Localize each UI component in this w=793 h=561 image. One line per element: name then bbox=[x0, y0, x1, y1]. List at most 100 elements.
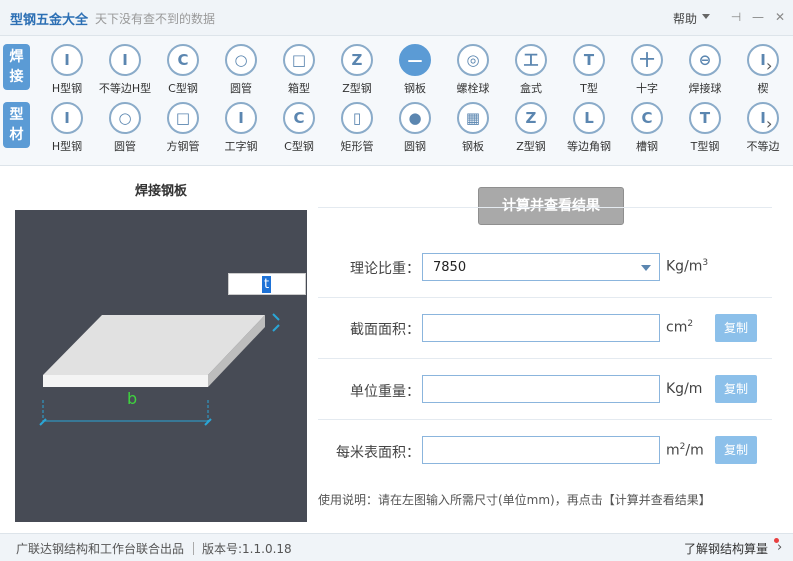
t-selected-text: t bbox=[262, 276, 272, 293]
density-unit: Kg/m3 bbox=[666, 258, 709, 275]
shape-label: H型钢 bbox=[51, 140, 83, 153]
divider bbox=[318, 358, 772, 359]
shape-button[interactable]: ○ 圆管 bbox=[96, 100, 154, 154]
title-bar: 型钢五金大全 天下没有查不到的数据 帮助 ⊣ — ✕ bbox=[0, 0, 793, 36]
shape-label: 不等边 bbox=[746, 140, 780, 153]
divider bbox=[318, 297, 772, 298]
shape-button[interactable]: I 不等边H型 bbox=[96, 42, 154, 96]
shape-button[interactable]: L 等边角钢 bbox=[560, 100, 618, 154]
shape-button[interactable]: I H型钢 bbox=[38, 42, 96, 96]
dimension-arrow bbox=[39, 418, 47, 426]
surface-unit: m2/m bbox=[666, 442, 704, 459]
shape-button[interactable]: ⊖ 焊接球 bbox=[676, 42, 734, 96]
shape-icon: ⊖ bbox=[689, 44, 721, 76]
density-dropdown[interactable]: 7850 bbox=[422, 253, 660, 281]
surface-field[interactable] bbox=[422, 436, 660, 464]
category-tab-welded[interactable]: 焊接 bbox=[3, 44, 30, 90]
learn-link[interactable]: 了解钢结构算量 bbox=[684, 540, 768, 557]
shape-icon: C bbox=[283, 102, 315, 134]
shape-button[interactable]: — 钢板 bbox=[386, 42, 444, 96]
shape-icon: — bbox=[399, 44, 431, 76]
toolbar-row-profiles: 型材 I H型钢 ○ 圆管 □ 方钢管 I 工字钢 C C型钢 ▯ 矩形管 ● 圆钢 ▦ 钢板 Z Z型钢 L 等边角… bbox=[0, 100, 793, 158]
calculate-button[interactable]: 计算并查看结果 bbox=[478, 187, 624, 225]
scroll-right-icon[interactable]: › bbox=[766, 56, 780, 76]
shape-label: 圆钢 bbox=[404, 140, 426, 153]
plate-front-face bbox=[43, 375, 208, 387]
shape-button[interactable]: 工盒式 bbox=[502, 42, 560, 96]
shape-label: 槽钢 bbox=[636, 140, 658, 153]
dimension-arrow bbox=[272, 324, 280, 332]
shape-button[interactable]: 十十字 bbox=[618, 42, 676, 96]
shape-label: C型钢 bbox=[284, 140, 314, 153]
shape-label: Z型钢 bbox=[342, 82, 372, 95]
shape-button[interactable]: □ 方钢管 bbox=[154, 100, 212, 154]
shape-button[interactable]: ◎ 螺栓球 bbox=[444, 42, 502, 96]
shape-button[interactable]: C 槽钢 bbox=[618, 100, 676, 154]
shape-button[interactable]: T T型钢 bbox=[676, 100, 734, 154]
plate-top-face bbox=[43, 315, 265, 375]
copy-surface-button[interactable]: 复制 bbox=[715, 436, 757, 464]
shape-label: 钢板 bbox=[404, 82, 426, 95]
shape-label: C型钢 bbox=[168, 82, 198, 95]
shape-icon: 工 bbox=[515, 44, 547, 76]
shape-button[interactable]: I H型钢 bbox=[38, 100, 96, 154]
shape-icon: Z bbox=[515, 102, 547, 134]
toolbar-row-welded: 焊接 I H型钢 I 不等边H型 C C型钢 ○ 圆管 □ 箱型 Z Z型钢 — 钢板 ◎ 螺栓球工盒式 T T型… bbox=[0, 42, 793, 100]
shape-icon: C bbox=[167, 44, 199, 76]
chevron-down-icon[interactable] bbox=[702, 14, 710, 19]
status-divider bbox=[193, 542, 194, 555]
area-field[interactable] bbox=[422, 314, 660, 342]
shape-button[interactable]: Z Z型钢 bbox=[328, 42, 386, 96]
shape-button[interactable]: I楔 bbox=[734, 42, 792, 96]
t-thickness-input[interactable]: t bbox=[228, 273, 306, 295]
shape-icon: L bbox=[573, 102, 605, 134]
shape-icon: ▯ bbox=[341, 102, 373, 134]
shape-label: 箱型 bbox=[288, 82, 310, 95]
usage-instructions: 使用说明：请在左图输入所需尺寸(单位mm)，再点击【计算并查看结果】 bbox=[318, 493, 711, 507]
chevron-down-icon[interactable] bbox=[641, 265, 651, 271]
minimize-icon[interactable]: — bbox=[750, 9, 766, 25]
shape-label: 圆管 bbox=[230, 82, 252, 95]
unit-weight-unit: Kg/m bbox=[666, 381, 703, 397]
density-value: 7850 bbox=[433, 260, 467, 275]
shape-button[interactable]: T T型 bbox=[560, 42, 618, 96]
shape-icon: ◎ bbox=[457, 44, 489, 76]
help-menu[interactable]: 帮助 bbox=[673, 10, 697, 27]
shape-label: 圆管 bbox=[114, 140, 136, 153]
shape-label: 钢板 bbox=[462, 140, 484, 153]
shape-label: T型钢 bbox=[690, 140, 720, 153]
diagram-title: 焊接钢板 bbox=[134, 184, 187, 199]
unit-weight-field[interactable] bbox=[422, 375, 660, 403]
shape-button[interactable]: Z Z型钢 bbox=[502, 100, 560, 154]
shape-button[interactable]: ▦ 钢板 bbox=[444, 100, 502, 154]
shape-label: 焊接球 bbox=[688, 82, 722, 95]
shape-button[interactable]: I 不等边 bbox=[734, 100, 792, 154]
chevron-right-icon[interactable]: › bbox=[777, 540, 782, 555]
shape-button[interactable]: C C型钢 bbox=[154, 42, 212, 96]
shape-label: T型 bbox=[580, 82, 598, 95]
shape-button[interactable]: C C型钢 bbox=[270, 100, 328, 154]
close-icon[interactable]: ✕ bbox=[772, 9, 788, 25]
plate-illustration: b bbox=[39, 313, 280, 426]
shape-label: 十字 bbox=[636, 82, 658, 95]
shape-button[interactable]: ● 圆钢 bbox=[386, 100, 444, 154]
pin-icon[interactable]: ⊣ bbox=[728, 9, 744, 25]
category-tab-profiles[interactable]: 型材 bbox=[3, 102, 30, 148]
shape-button[interactable]: □ 箱型 bbox=[270, 42, 328, 96]
shape-button[interactable]: I 工字钢 bbox=[212, 100, 270, 154]
shape-button[interactable]: ○ 圆管 bbox=[212, 42, 270, 96]
shape-label: Z型钢 bbox=[516, 140, 546, 153]
shape-icon: ○ bbox=[225, 44, 257, 76]
version-text: 版本号:1.1.0.18 bbox=[202, 542, 292, 556]
shape-icon: 十 bbox=[631, 44, 663, 76]
shape-button[interactable]: ▯ 矩形管 bbox=[328, 100, 386, 154]
shape-label: 螺栓球 bbox=[456, 82, 490, 95]
shape-icon: I bbox=[225, 102, 257, 134]
shape-label: 等边角钢 bbox=[567, 140, 611, 153]
shape-icon: ▦ bbox=[457, 102, 489, 134]
copy-area-button[interactable]: 复制 bbox=[715, 314, 757, 342]
scroll-right-icon[interactable]: › bbox=[766, 114, 780, 134]
app-title: 型钢五金大全 bbox=[10, 13, 89, 28]
copy-unit-weight-button[interactable]: 复制 bbox=[715, 375, 757, 403]
publisher-text: 广联达钢结构和工作台联合出品 bbox=[16, 542, 185, 556]
